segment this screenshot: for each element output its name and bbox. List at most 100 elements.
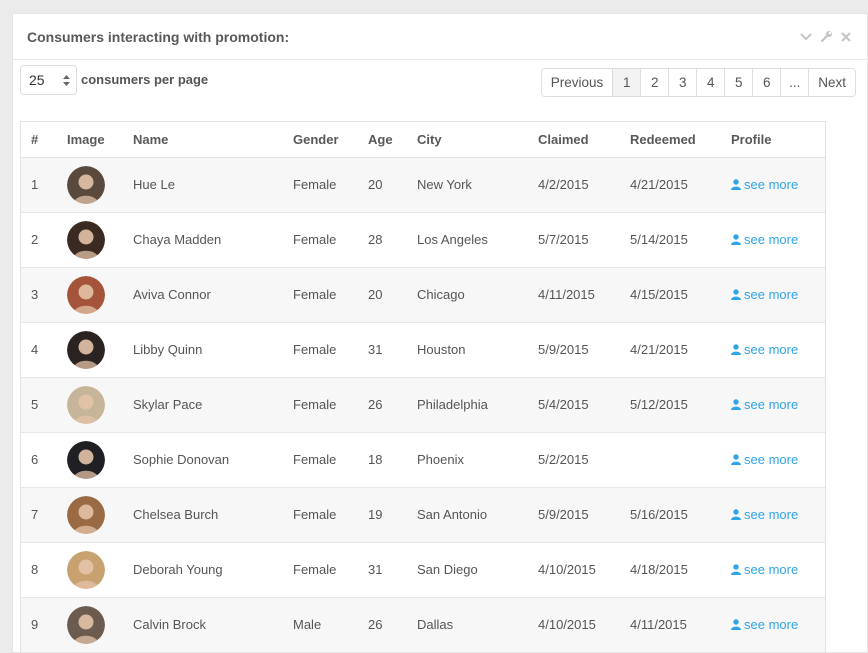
row-number: 2 <box>21 212 57 268</box>
see-more-label: see more <box>744 451 799 467</box>
row-number: 4 <box>21 322 57 378</box>
consumer-name: Libby Quinn <box>123 322 283 378</box>
see-more-link[interactable]: see more <box>731 342 798 357</box>
user-icon <box>731 343 741 355</box>
claimed-date: 5/2/2015 <box>528 432 620 488</box>
panel-header: Consumers interacting with promotion: <box>13 14 867 60</box>
consumers-table: # Image Name Gender Age City Claimed Red… <box>20 121 826 653</box>
consumer-gender: Female <box>283 267 358 323</box>
consumer-gender: Female <box>283 377 358 433</box>
header-redeemed[interactable]: Redeemed <box>620 122 721 158</box>
user-icon <box>731 618 741 630</box>
avatar-cell <box>57 157 123 213</box>
pagination: Previous 1 2 3 4 5 6 ... Next <box>540 68 856 97</box>
redeemed-date: 4/11/2015 <box>620 597 721 653</box>
see-more-link[interactable]: see more <box>731 397 798 412</box>
see-more-link[interactable]: see more <box>731 177 798 192</box>
see-more-label: see more <box>744 616 799 632</box>
next-button[interactable]: Next <box>808 69 855 96</box>
see-more-link[interactable]: see more <box>731 452 798 467</box>
claimed-date: 4/10/2015 <box>528 597 620 653</box>
consumer-age: 31 <box>358 322 407 378</box>
table-row: 8 Deborah Young Female 31 San Diego 4/10/2015… <box>21 542 825 598</box>
profile-cell: see more <box>721 377 825 433</box>
avatar <box>67 275 105 314</box>
consumer-name: Hue Le <box>123 157 283 213</box>
chevron-down-icon[interactable] <box>799 30 813 44</box>
redeemed-date: 4/21/2015 <box>620 322 721 378</box>
page-2-button[interactable]: 2 <box>640 69 669 96</box>
profile-cell: see more <box>721 322 825 378</box>
avatar-cell <box>57 597 123 653</box>
see-more-link[interactable]: see more <box>731 617 798 632</box>
redeemed-date <box>620 432 721 488</box>
table-controls: 25 consumers per page Previous 1 2 3 4 5… <box>20 65 856 99</box>
header-claimed[interactable]: Claimed <box>528 122 620 158</box>
profile-cell: see more <box>721 542 825 598</box>
avatar <box>67 220 105 259</box>
page-1-button[interactable]: 1 <box>612 69 641 96</box>
consumer-gender: Female <box>283 157 358 213</box>
page-4-button[interactable]: 4 <box>696 69 725 96</box>
page-6-button[interactable]: 6 <box>752 69 781 96</box>
table-header-row: # Image Name Gender Age City Claimed Red… <box>21 122 825 158</box>
claimed-date: 4/2/2015 <box>528 157 620 213</box>
header-city[interactable]: City <box>407 122 528 158</box>
table-row: 4 Libby Quinn Female 31 Houston 5/9/2015 4/21/… <box>21 322 825 378</box>
see-more-label: see more <box>744 396 799 412</box>
user-icon <box>731 508 741 520</box>
see-more-link[interactable]: see more <box>731 287 798 302</box>
claimed-date: 4/11/2015 <box>528 267 620 323</box>
table-body: 1 Hue Le Female 20 New York 4/2/2015 4/21/2015… <box>21 157 825 653</box>
profile-cell: see more <box>721 597 825 653</box>
header-image[interactable]: Image <box>57 122 123 158</box>
see-more-label: see more <box>744 176 799 192</box>
header-number[interactable]: # <box>21 122 57 158</box>
close-icon[interactable] <box>839 30 853 44</box>
per-page-select[interactable]: 25 <box>20 65 77 95</box>
see-more-label: see more <box>744 286 799 302</box>
consumer-age: 19 <box>358 487 407 543</box>
wrench-icon[interactable] <box>819 30 833 44</box>
redeemed-date: 4/18/2015 <box>620 542 721 598</box>
header-name[interactable]: Name <box>123 122 283 158</box>
avatar-cell <box>57 212 123 268</box>
table-row: 3 Aviva Connor Female 20 Chicago 4/11/2015 4/1… <box>21 267 825 323</box>
table-row: 7 Chelsea Burch Female 19 San Antonio 5/9/201… <box>21 487 825 543</box>
consumer-age: 20 <box>358 267 407 323</box>
consumer-name: Skylar Pace <box>123 377 283 433</box>
page-3-button[interactable]: 3 <box>668 69 697 96</box>
consumer-age: 20 <box>358 157 407 213</box>
consumer-age: 28 <box>358 212 407 268</box>
row-number: 5 <box>21 377 57 433</box>
consumer-city: San Antonio <box>407 487 528 543</box>
avatar <box>67 385 105 424</box>
per-page-control: 25 consumers per page <box>20 65 208 95</box>
consumer-gender: Female <box>283 432 358 488</box>
row-number: 3 <box>21 267 57 323</box>
user-icon <box>731 178 741 190</box>
consumer-city: Chicago <box>407 267 528 323</box>
see-more-link[interactable]: see more <box>731 562 798 577</box>
consumer-name: Aviva Connor <box>123 267 283 323</box>
header-age[interactable]: Age <box>358 122 407 158</box>
consumer-gender: Male <box>283 597 358 653</box>
profile-cell: see more <box>721 157 825 213</box>
previous-button[interactable]: Previous <box>541 69 613 96</box>
avatar <box>67 495 105 534</box>
see-more-label: see more <box>744 341 799 357</box>
consumer-city: Philadelphia <box>407 377 528 433</box>
user-icon <box>731 398 741 410</box>
avatar-cell <box>57 322 123 378</box>
avatar-cell <box>57 267 123 323</box>
row-number: 1 <box>21 157 57 213</box>
see-more-link[interactable]: see more <box>731 232 798 247</box>
see-more-link[interactable]: see more <box>731 507 798 522</box>
table-row: 2 Chaya Madden Female 28 Los Angeles 5/7/2015… <box>21 212 825 268</box>
consumer-gender: Female <box>283 487 358 543</box>
header-profile[interactable]: Profile <box>721 122 825 158</box>
consumer-name: Chelsea Burch <box>123 487 283 543</box>
page-5-button[interactable]: 5 <box>724 69 753 96</box>
row-number: 7 <box>21 487 57 543</box>
header-gender[interactable]: Gender <box>283 122 358 158</box>
